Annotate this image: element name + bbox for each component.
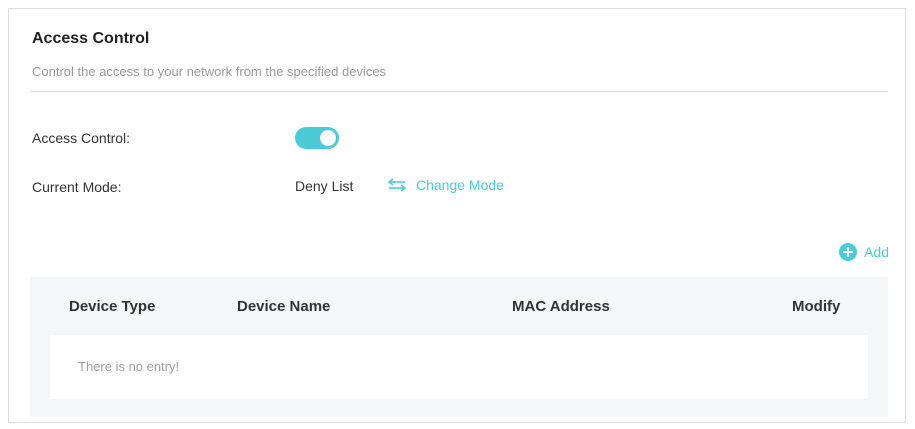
column-header-mac-address[interactable]: MAC Address: [512, 298, 610, 315]
access-control-panel: Access Control Control the access to you…: [8, 8, 906, 423]
access-control-toggle[interactable]: [295, 127, 339, 149]
current-mode-label: Current Mode:: [32, 179, 122, 195]
change-mode-label: Change Mode: [416, 177, 504, 193]
device-table: Device Type Device Name MAC Address Modi…: [30, 277, 888, 417]
empty-table-message: There is no entry!: [78, 359, 180, 374]
change-mode-button[interactable]: Change Mode: [387, 177, 504, 193]
column-header-device-type[interactable]: Device Type: [69, 298, 155, 315]
column-header-modify[interactable]: Modify: [792, 298, 840, 315]
section-subtitle: Control the access to your network from …: [32, 64, 387, 79]
toggle-knob: [320, 130, 336, 146]
add-label: Add: [864, 244, 889, 260]
plus-circle-icon: [839, 243, 858, 261]
section-title: Access Control: [32, 30, 150, 47]
swap-arrows-icon: [387, 178, 407, 192]
table-body: There is no entry!: [50, 335, 868, 399]
section-divider: [30, 91, 888, 92]
access-control-label: Access Control:: [32, 130, 131, 146]
add-button[interactable]: Add: [839, 243, 889, 261]
column-header-device-name[interactable]: Device Name: [237, 298, 330, 315]
current-mode-value: Deny List: [295, 178, 354, 194]
